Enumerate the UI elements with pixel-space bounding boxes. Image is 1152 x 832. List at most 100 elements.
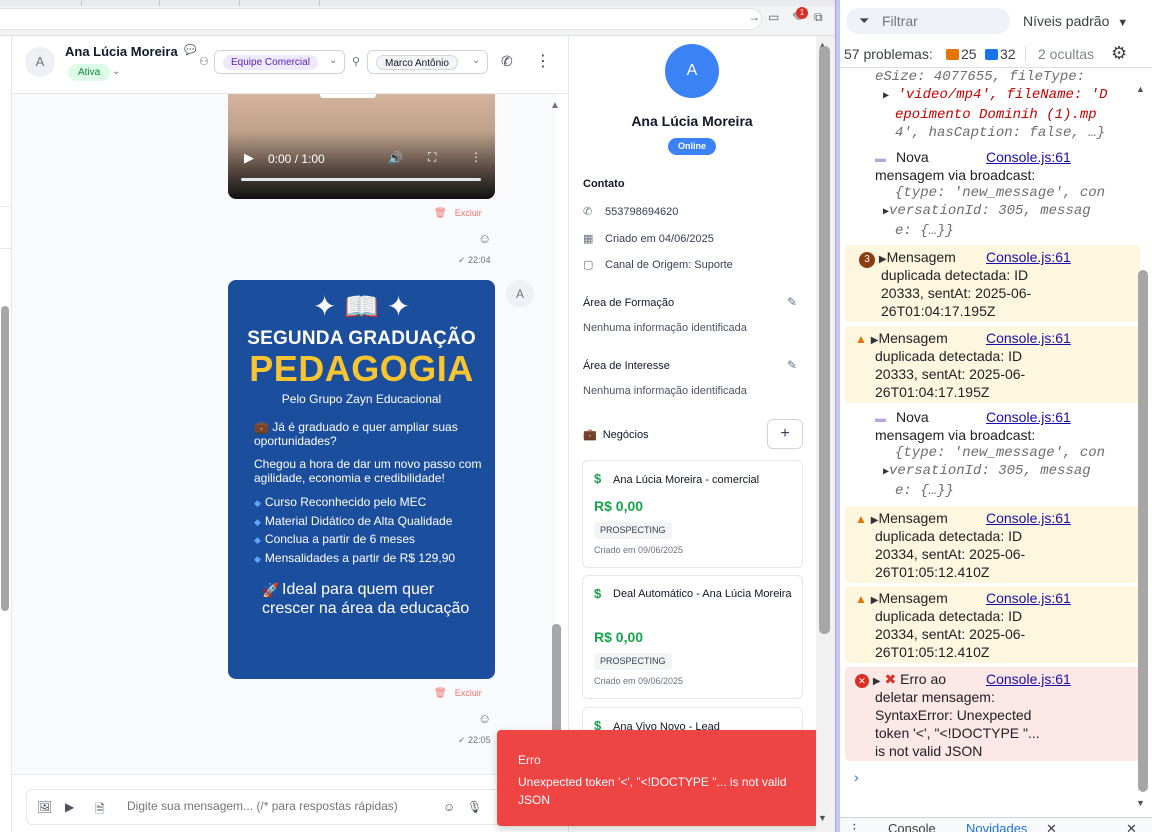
more-options-icon[interactable]: ⋮ (535, 51, 551, 71)
log-text: versationId: 305, messag (889, 203, 1091, 219)
log-line: {type: 'new_message', con (845, 184, 1140, 202)
log-line[interactable]: ▶versationId: 305, messag (845, 462, 1140, 482)
log-line: epoimento Dominih (1).mp (895, 107, 1097, 123)
log-text: Mensagem (878, 510, 948, 526)
contact-panel-name: Ana Lúcia Moreira (631, 113, 753, 129)
image-attach-icon[interactable]: 🖼 (37, 800, 52, 814)
info-count[interactable]: 32 (985, 46, 1016, 62)
rocket-icon: 🚀 (262, 582, 280, 598)
document-attach-icon[interactable]: 🗎 (95, 800, 105, 821)
warning-icon: ▲ (855, 512, 867, 526)
log-line[interactable]: ▶versationId: 305, messag (845, 202, 1140, 222)
broadcast-icon: ▬ (875, 153, 886, 165)
source-link[interactable]: Console.js:61 (986, 329, 1071, 347)
warnings-count[interactable]: 25 (946, 46, 977, 62)
log-line[interactable]: ✕ ▶ ✖ Erro ao Console.js:61 (845, 667, 1140, 688)
console-log-entry: ▬ Nova Console.js:61 mensagem via broadcas… (845, 408, 1140, 500)
log-line: e: {…}} (895, 223, 954, 239)
source-link[interactable]: Console.js:61 (986, 248, 1071, 266)
toast-title: Erro (518, 753, 541, 767)
log-line: 26T01:04:17.195Z (881, 303, 996, 319)
delete-message-button[interactable]: 🗑 Excluir (434, 688, 482, 699)
source-link[interactable]: Console.js:61 (986, 509, 1071, 527)
drawer-menu-icon[interactable]: ⋮ (848, 821, 861, 832)
close-drawer-icon[interactable]: ✕ (1126, 821, 1137, 832)
filter-box[interactable]: ⏷ (846, 8, 1010, 34)
deal-card[interactable]: $ Ana Lúcia Moreira - comercial R$ 0,00 … (582, 460, 803, 568)
log-line[interactable]: 3 ▶Mensagem Console.js:61 (845, 245, 1140, 268)
status-badge[interactable]: Ativa (68, 64, 111, 81)
log-text: Mensagem (878, 590, 948, 606)
console-prompt-icon[interactable]: › (854, 769, 859, 785)
log-line: 20334, sentAt: 2025-06- (875, 626, 1026, 642)
video-attach-icon[interactable]: ▶ (65, 800, 74, 814)
page-scrollbar-thumb[interactable] (819, 46, 830, 634)
log-levels-dropdown[interactable]: Níveis padrão ▼ (1023, 13, 1128, 29)
microphone-icon[interactable]: 🎙 (467, 800, 482, 814)
composer-box: 🖼 ▶ 🗎 ☺ 🎙 (26, 789, 504, 825)
source-link[interactable]: Console.js:61 (986, 148, 1071, 166)
message-timestamp: ✓ 22:04 (458, 255, 491, 265)
drawer-tab-whats-new[interactable]: Novidades (966, 821, 1027, 832)
scroll-up-arrow-icon[interactable]: ▲ (1136, 84, 1145, 94)
volume-icon[interactable]: 🔊 (388, 151, 403, 165)
delete-message-button[interactable]: 🗑 Excluir (434, 208, 482, 219)
scroll-down-arrow-icon[interactable]: ▼ (818, 813, 827, 823)
deal-created: Criado em 09/06/2025 (594, 545, 684, 555)
browser-toolbar: → ▭ ✎ 1 ⧉ (0, 0, 835, 36)
chevron-down-icon[interactable]: ⌄ (112, 66, 120, 77)
promo-subheading: Pelo Grupo Zayn Educacional (281, 392, 442, 406)
emoji-reaction-icon[interactable]: ☺ (478, 231, 491, 246)
team-select[interactable]: Equipe Comercial ⌄ (214, 50, 345, 74)
emoji-icon[interactable]: ☺ (443, 800, 455, 814)
play-icon[interactable]: ▶ (244, 150, 254, 166)
open-external-icon[interactable]: ⧉ (814, 10, 823, 25)
log-text: Mensagem (878, 330, 948, 346)
edit-icon[interactable]: ✎ (787, 358, 797, 372)
briefcase-icon: 💼 (583, 429, 597, 441)
log-text: Nova (896, 149, 929, 165)
emoji-reaction-icon[interactable]: ☺ (478, 711, 491, 726)
edit-icon[interactable]: ✎ (787, 295, 797, 309)
log-line[interactable]: ▲ ▶Mensagem Console.js:61 (845, 326, 1140, 347)
error-toast[interactable]: Erro Unexpected token '<', "<!DOCTYPE ".… (497, 730, 821, 826)
video-time: 0:00 / 1:00 (268, 152, 325, 166)
address-bar[interactable] (0, 8, 762, 30)
agent-select[interactable]: Marco Antônio ⌄ (367, 50, 488, 74)
interest-section-title: Área de Interesse (583, 360, 670, 372)
log-line[interactable]: ▶ 'video/mp4', fileName: 'D (845, 86, 1140, 106)
deal-card[interactable]: $ Deal Automático - Ana Lúcia Moreira R$… (582, 575, 803, 699)
gear-icon[interactable]: ⚙ (1111, 43, 1127, 64)
source-link[interactable]: Console.js:61 (986, 589, 1071, 607)
phone-icon[interactable]: ✆ (501, 53, 513, 70)
contact-phone: ✆ 553798694620 (583, 205, 678, 218)
video-message[interactable]: ▶ 0:00 / 1:00 🔊 ⛶ ⋮ (228, 94, 495, 199)
team-icon: ⚇ (199, 56, 209, 68)
bullet-text: Conclua a partir de 6 meses (264, 532, 415, 546)
scroll-down-arrow-icon[interactable]: ▼ (1136, 798, 1145, 808)
hidden-count[interactable]: 2 ocultas (1038, 46, 1094, 62)
video-progress-track[interactable] (241, 178, 481, 181)
drawer-tab-console[interactable]: Console (888, 821, 936, 832)
deal-title: Deal Automático - Ana Lúcia Moreira (613, 588, 792, 600)
video-more-icon[interactable]: ⋮ (470, 150, 482, 164)
add-deal-button[interactable]: + (767, 419, 803, 449)
log-line[interactable]: ▲ ▶Mensagem Console.js:61 (845, 586, 1140, 607)
console-scrollbar-thumb[interactable] (1138, 270, 1148, 792)
monitor-icon[interactable]: ▭ (768, 10, 779, 24)
filter-input[interactable] (882, 13, 1002, 29)
contact-created: ▦ Criado em 04/06/2025 (583, 232, 714, 245)
sidebar-scrollbar-thumb[interactable] (1, 306, 9, 611)
source-link[interactable]: Console.js:61 (986, 408, 1071, 426)
left-sidebar (0, 36, 12, 832)
scroll-up-arrow-icon[interactable]: ▲ (550, 100, 560, 111)
message-input[interactable] (127, 799, 427, 813)
arrow-right-icon[interactable]: → (748, 10, 760, 24)
fullscreen-icon[interactable]: ⛶ (428, 150, 436, 165)
source-link[interactable]: Console.js:61 (986, 670, 1071, 688)
deals-title-text: Negócios (602, 429, 649, 441)
close-icon[interactable]: ✕ (1046, 821, 1057, 832)
image-message[interactable]: ✦ 📖 ✦ SEGUNDA GRADUAÇÃO PEDAGOGIA Pelo G… (228, 280, 495, 679)
log-line[interactable]: ▲ ▶Mensagem Console.js:61 (845, 506, 1140, 527)
agent-chip: Marco Antônio (376, 55, 458, 70)
